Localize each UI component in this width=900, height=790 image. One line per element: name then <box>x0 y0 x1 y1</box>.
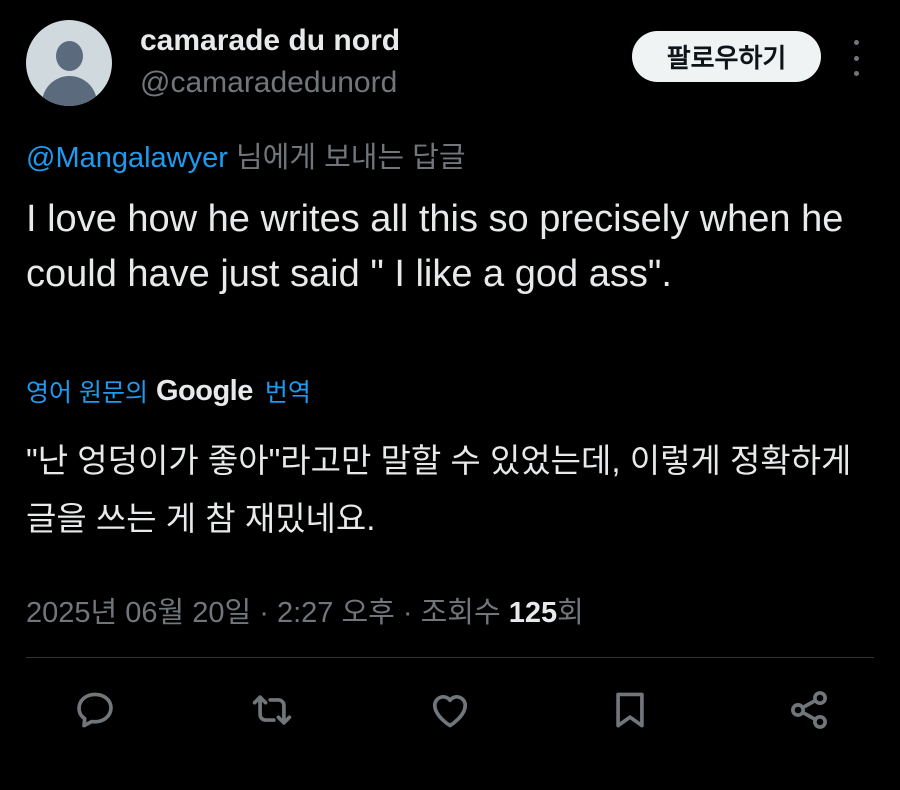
tweet-meta: 2025년 06월 20일 · 2:27 오후 · 조회수 125회 <box>26 589 584 631</box>
views-count: 125 <box>508 597 558 629</box>
reply-button[interactable] <box>70 685 120 735</box>
views-suffix: 회 <box>557 597 584 629</box>
share-icon <box>791 691 827 729</box>
retweet-icon <box>252 695 292 725</box>
retweet-button[interactable] <box>247 685 297 735</box>
translated-text: "난 엉덩이가 좋아"라고만 말할 수 있었는데, 이렇게 정확하게 글을 쓰는… <box>26 442 852 537</box>
meta-separator: · <box>394 597 421 629</box>
like-icon <box>432 695 468 728</box>
google-brand: Google <box>155 374 253 407</box>
share-button[interactable] <box>784 685 834 735</box>
views-label: 조회수 <box>420 597 509 629</box>
reply-icon <box>77 692 113 728</box>
like-button[interactable] <box>425 685 475 735</box>
avatar-body-shape <box>42 76 97 106</box>
tweet-date[interactable]: 2025년 06월 20일 <box>26 597 251 629</box>
meta-separator: · <box>251 597 277 629</box>
avatar-head-shape <box>56 41 83 71</box>
follow-button[interactable]: 팔로우하기 <box>632 31 821 82</box>
translation-suffix: 번역 <box>264 379 311 407</box>
display-name[interactable]: camarade du nord <box>140 24 400 58</box>
avatar[interactable] <box>26 20 112 106</box>
reply-context-suffix: 님에게 보내는 답글 <box>227 142 466 174</box>
divider <box>26 657 874 658</box>
tweet-text: I love how he writes all this so precise… <box>26 198 844 295</box>
bookmark-icon <box>616 692 644 728</box>
reply-context: @Mangalawyer 님에게 보내는 답글 <box>26 134 466 176</box>
user-handle[interactable]: @camaradedunord <box>140 66 397 100</box>
action-bar <box>0 685 900 735</box>
translation-attribution[interactable]: 영어 원문의 Google 번역 <box>26 373 311 409</box>
bookmark-button[interactable] <box>605 685 655 735</box>
mention-link[interactable]: @Mangalawyer <box>26 142 228 174</box>
more-options-icon[interactable] <box>846 40 866 76</box>
translation-prefix: 영어 원문의 <box>26 379 148 407</box>
tweet-time[interactable]: 2:27 오후 <box>277 597 395 629</box>
